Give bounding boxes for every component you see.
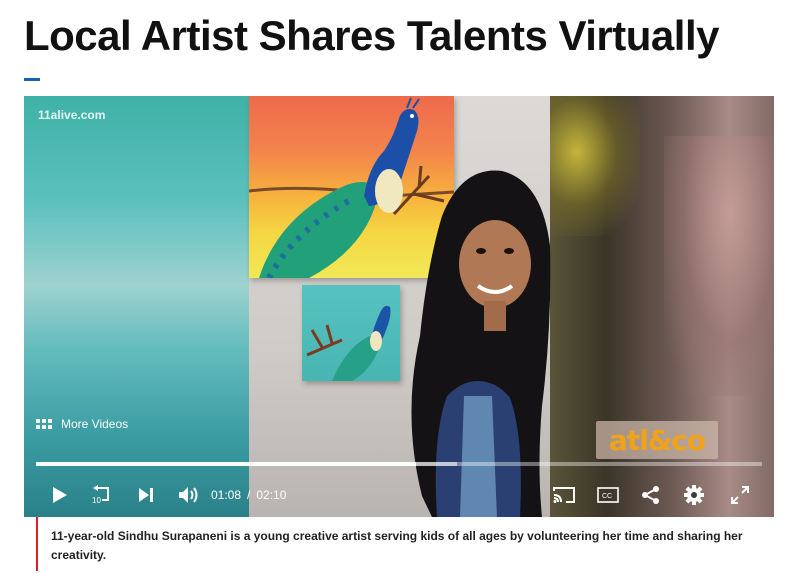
headline-accent-rule xyxy=(24,78,40,81)
svg-text:10: 10 xyxy=(92,496,101,505)
play-button[interactable] xyxy=(46,472,74,517)
fullscreen-icon xyxy=(731,485,749,504)
current-time: 01:08 xyxy=(211,487,242,502)
closed-captions-icon: CC xyxy=(597,486,619,503)
play-icon xyxy=(53,486,67,503)
player-controls: 10 01:08 / 02:10 CC xyxy=(24,472,774,517)
rewind-10-button[interactable]: 10 xyxy=(88,472,114,517)
atl-co-logo: atl&co xyxy=(596,421,718,459)
share-icon xyxy=(642,485,659,504)
channel-watermark: 11alive.com xyxy=(38,108,106,122)
skip-next-icon xyxy=(139,487,153,502)
brand-logo-text: atl&co xyxy=(608,423,706,457)
settings-button[interactable] xyxy=(681,472,707,517)
skip-next-button[interactable] xyxy=(134,472,158,517)
video-blur-highlight xyxy=(550,96,640,236)
video-caption: 11-year-old Sindhu Surapaneni is a young… xyxy=(36,517,776,571)
progress-played xyxy=(36,462,416,466)
time-display: 01:08 / 02:10 xyxy=(211,472,286,517)
rewind-10-icon: 10 xyxy=(92,484,109,505)
share-button[interactable] xyxy=(638,472,664,517)
volume-button[interactable] xyxy=(176,472,202,517)
closed-captions-button[interactable]: CC xyxy=(595,472,621,517)
more-videos-label: More Videos xyxy=(61,417,129,431)
video-player[interactable]: 11alive.com More Videos atl&co 10 01:08 … xyxy=(24,96,774,517)
settings-icon xyxy=(684,484,704,505)
svg-text:CC: CC xyxy=(602,493,612,500)
duration: 02:10 xyxy=(256,487,287,502)
video-left-blur-panel xyxy=(24,96,249,517)
cast-icon xyxy=(553,486,575,503)
time-separator: / xyxy=(247,487,251,502)
cast-button[interactable] xyxy=(551,472,577,517)
fullscreen-button[interactable] xyxy=(727,472,753,517)
video-blur-highlight xyxy=(664,136,774,396)
article-headline: Local Artist Shares Talents Virtually xyxy=(24,12,719,59)
grid-icon xyxy=(36,419,52,429)
peacock-painting-small xyxy=(302,285,400,381)
video-progress-bar[interactable] xyxy=(36,462,762,466)
volume-icon xyxy=(179,486,198,503)
more-videos-button[interactable]: More Videos xyxy=(36,417,128,431)
